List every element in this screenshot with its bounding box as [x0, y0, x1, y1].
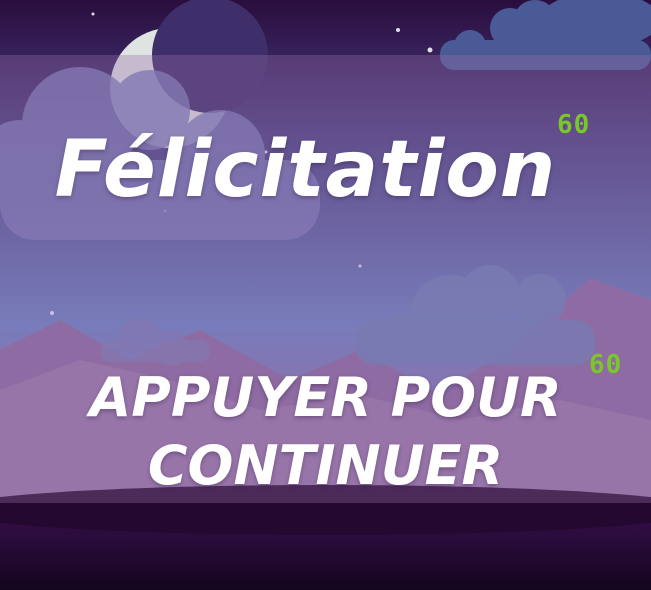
fps-counter: 60: [557, 110, 591, 140]
congratulations-title: Félicitation: [54, 125, 557, 215]
continue-prompt[interactable]: APPUYER POUR CONTINUER: [0, 364, 651, 500]
continue-prompt-line-1: APPUYER POUR: [89, 366, 562, 429]
continue-prompt-line-2: CONTINUER: [147, 434, 504, 497]
